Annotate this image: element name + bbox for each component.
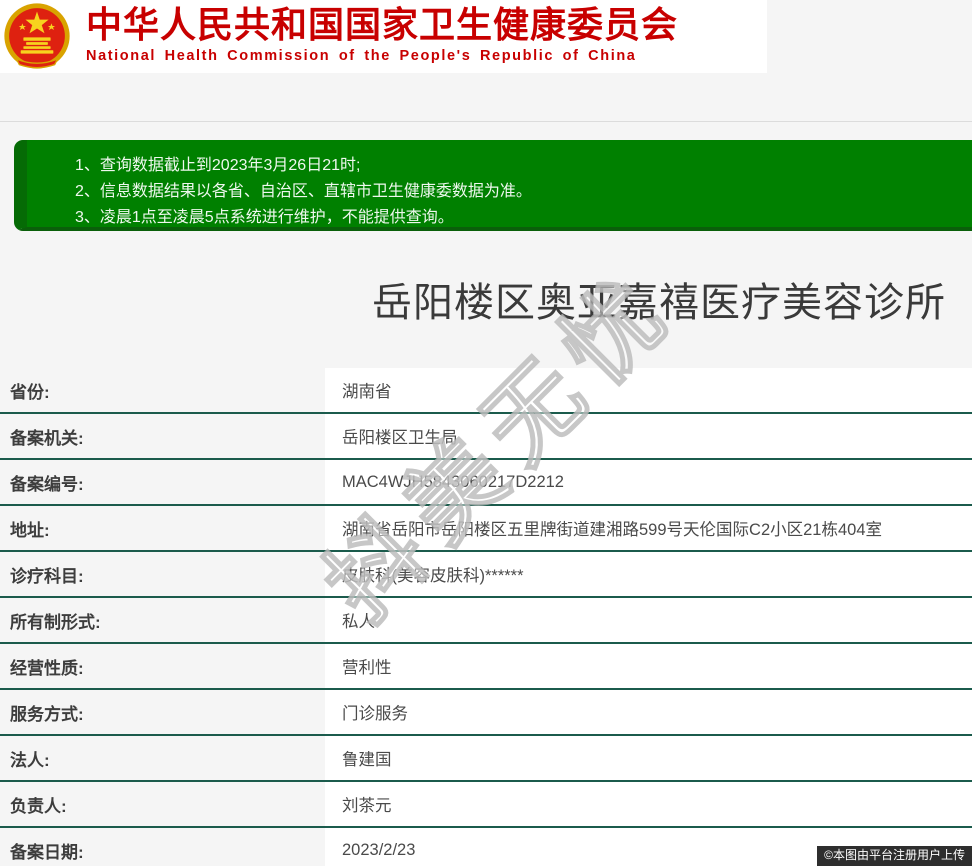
- info-table: 省份: 湖南省 备案机关: 岳阳楼区卫生局 备案编号: MAC4WJH58430…: [0, 368, 972, 866]
- field-value: 鲁建国: [325, 736, 972, 780]
- field-value: 湖南省: [325, 368, 972, 412]
- table-row: 备案机关: 岳阳楼区卫生局: [0, 414, 972, 460]
- table-row: 地址: 湖南省岳阳市岳阳楼区五里牌街道建湘路599号天伦国际C2小区21栋404…: [0, 506, 972, 552]
- field-label: 备案编号:: [0, 460, 325, 504]
- field-value: 湖南省岳阳市岳阳楼区五里牌街道建湘路599号天伦国际C2小区21栋404室: [325, 506, 972, 550]
- notice-line: 3、凌晨1点至凌晨5点系统进行维护，不能提供查询。: [75, 209, 454, 226]
- table-row: 所有制形式: 私人: [0, 598, 972, 644]
- header-banner: 中华人民共和国国家卫生健康委员会 National Health Commiss…: [0, 0, 767, 73]
- notice-box: 1、查询数据截止到2023年3月26日21时; 2、信息数据结果以各省、自治区、直…: [14, 140, 972, 231]
- field-label: 备案机关:: [0, 414, 325, 458]
- field-label: 地址:: [0, 506, 325, 550]
- page: 中华人民共和国国家卫生健康委员会 National Health Commiss…: [0, 0, 972, 866]
- table-row: 负责人: 刘茶元: [0, 782, 972, 828]
- table-row: 诊疗科目: 皮肤科(美容皮肤科)******: [0, 552, 972, 598]
- header-text: 中华人民共和国国家卫生健康委员会 National Health Commiss…: [86, 4, 678, 66]
- field-value: 刘茶元: [325, 782, 972, 826]
- field-value: 岳阳楼区卫生局: [325, 414, 972, 458]
- attribution-badge: ©本图由平台注册用户上传: [817, 846, 972, 866]
- field-label: 负责人:: [0, 782, 325, 826]
- result-title: 岳阳楼区奥亚嘉禧医疗美容诊所: [372, 281, 946, 325]
- field-value: 私人: [325, 598, 972, 642]
- field-label: 服务方式:: [0, 690, 325, 734]
- header-title-en: National Health Commission of the People…: [86, 48, 637, 64]
- notice-list: 1、查询数据截止到2023年3月26日21时; 2、信息数据结果以各省、自治区、直…: [75, 153, 962, 231]
- china-national-emblem-icon: [4, 3, 70, 69]
- table-row: 备案编号: MAC4WJH5843060217D2212: [0, 460, 972, 506]
- table-row: 服务方式: 门诊服务: [0, 690, 972, 736]
- notice-line: 1、查询数据截止到2023年3月26日21时;: [75, 157, 361, 174]
- table-row: 省份: 湖南省: [0, 368, 972, 414]
- field-label: 法人:: [0, 736, 325, 780]
- field-value: 门诊服务: [325, 690, 972, 734]
- table-row: 法人: 鲁建国: [0, 736, 972, 782]
- notice-line: 2、信息数据结果以各省、自治区、直辖市卫生健康委数据为准。: [75, 183, 532, 200]
- field-label: 诊疗科目:: [0, 552, 325, 596]
- field-label: 所有制形式:: [0, 598, 325, 642]
- field-value: MAC4WJH5843060217D2212: [325, 460, 972, 504]
- table-row: 经营性质: 营利性: [0, 644, 972, 690]
- field-label: 备案日期:: [0, 828, 325, 866]
- field-value: 营利性: [325, 644, 972, 688]
- header-title-cn: 中华人民共和国国家卫生健康委员会: [86, 4, 679, 45]
- field-value: 皮肤科(美容皮肤科)******: [325, 552, 972, 596]
- field-label: 经营性质:: [0, 644, 325, 688]
- field-label: 省份:: [0, 368, 325, 412]
- header-divider: [0, 73, 972, 122]
